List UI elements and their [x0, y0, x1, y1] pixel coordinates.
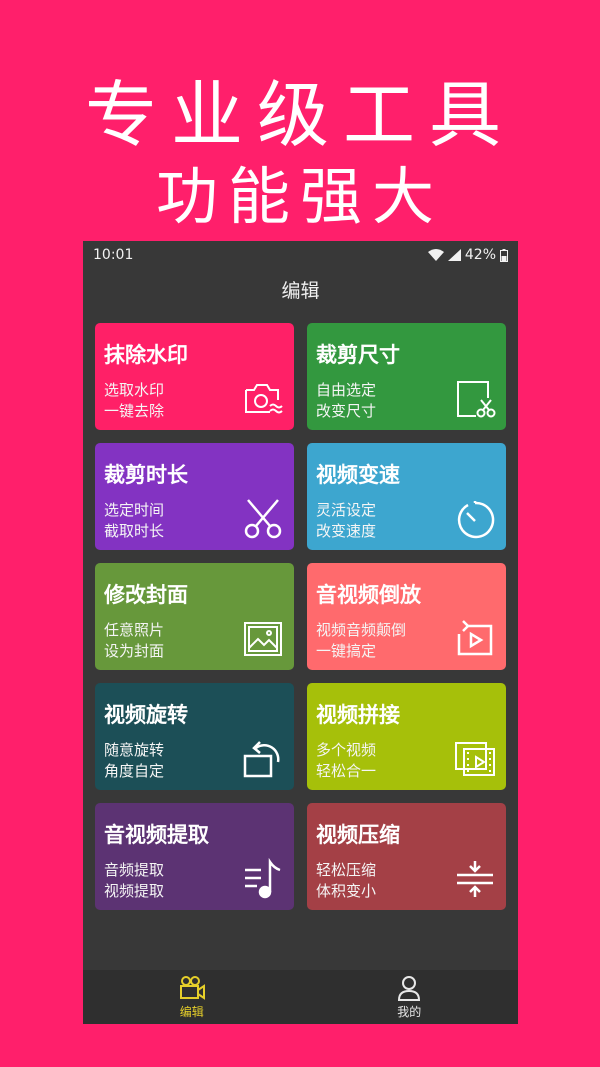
battery-icon — [500, 248, 508, 262]
tile-change-cover[interactable]: 修改封面 任意照片 设为封面 — [95, 563, 294, 670]
status-bar: 10:01 42% — [83, 241, 518, 269]
scissors-icon — [244, 499, 282, 539]
tile-subtitle: 体积变小 — [316, 882, 377, 900]
tile-video-speed[interactable]: 视频变速 灵活设定 改变速度 — [307, 443, 506, 550]
tile-crop-size[interactable]: 裁剪尺寸 自由选定 改变尺寸 — [307, 323, 506, 430]
tile-subtitle: 选取水印 — [104, 381, 165, 399]
tile-subtitle: 自由选定 — [316, 381, 377, 399]
tile-subtitle: 随意旋转 — [104, 741, 165, 759]
nav-tab-edit-label: 编辑 — [179, 1004, 204, 1019]
tile-title: 抹除水印 — [104, 343, 188, 367]
tile-title: 视频变速 — [316, 463, 400, 487]
tile-subtitle: 任意照片 — [104, 621, 165, 639]
app-bar: 编辑 — [83, 269, 518, 309]
page-title: 编辑 — [281, 279, 320, 302]
timer-icon — [457, 501, 495, 539]
compress-icon — [457, 861, 493, 897]
tile-video-compress[interactable]: 视频压缩 轻松压缩 体积变小 — [307, 803, 506, 910]
tile-subtitle: 截取时长 — [104, 522, 165, 540]
rotate-icon — [243, 741, 280, 778]
tile-subtitle: 一键去除 — [104, 402, 165, 420]
tile-title: 视频旋转 — [104, 703, 188, 727]
reverse-play-icon — [457, 620, 493, 656]
nav-tab-mine[interactable]: 我的 — [301, 970, 519, 1024]
tile-video-rotate[interactable]: 视频旋转 随意旋转 角度自定 — [95, 683, 294, 790]
crop-scissors-icon — [457, 381, 496, 418]
tile-audio-extract[interactable]: 音视频提取 音频提取 视频提取 — [95, 803, 294, 910]
tile-title: 裁剪尺寸 — [316, 343, 400, 367]
camera-wave-icon — [245, 384, 283, 414]
tile-subtitle: 灵活设定 — [316, 501, 377, 519]
tile-subtitle: 轻松压缩 — [316, 861, 377, 879]
promo-headline-line2: 功能强大 — [155, 160, 444, 233]
music-list-icon — [245, 858, 281, 899]
bottom-nav: 编辑 我的 — [83, 970, 518, 1024]
tile-subtitle: 改变速度 — [316, 522, 377, 540]
battery-percent: 42% — [464, 247, 496, 263]
tile-title: 修改封面 — [104, 583, 188, 607]
tile-subtitle: 视频提取 — [104, 882, 165, 900]
wifi-icon — [427, 249, 444, 261]
tile-subtitle: 音频提取 — [104, 861, 165, 879]
tile-subtitle: 多个视频 — [316, 741, 377, 759]
phone-screen: 10:01 42% 编辑 抹除水印 选取水印 一键去除 裁剪尺寸 自由选定 改变… — [83, 241, 518, 1024]
user-icon — [398, 975, 421, 1001]
tile-title: 视频拼接 — [316, 703, 400, 727]
tile-trim-duration[interactable]: 裁剪时长 选定时间 截取时长 — [95, 443, 294, 550]
tile-subtitle: 选定时间 — [104, 501, 165, 519]
tile-remove-watermark[interactable]: 抹除水印 选取水印 一键去除 — [95, 323, 294, 430]
tile-subtitle: 改变尺寸 — [316, 402, 377, 420]
tile-title: 音视频倒放 — [316, 583, 421, 607]
tile-title: 视频压缩 — [316, 823, 400, 847]
tile-reverse-play[interactable]: 音视频倒放 视频音频颠倒 一键搞定 — [307, 563, 506, 670]
nav-tab-mine-label: 我的 — [397, 1004, 422, 1019]
status-time: 10:01 — [93, 247, 134, 263]
tile-title: 裁剪时长 — [104, 463, 188, 487]
image-icon — [244, 622, 282, 656]
tile-video-merge[interactable]: 视频拼接 多个视频 轻松合一 — [307, 683, 506, 790]
signal-icon — [447, 249, 461, 261]
tile-subtitle: 设为封面 — [104, 642, 165, 660]
tile-title: 音视频提取 — [104, 823, 209, 847]
video-stack-icon — [455, 742, 495, 776]
tile-subtitle: 一键搞定 — [316, 642, 377, 660]
nav-tab-edit[interactable]: 编辑 — [83, 970, 301, 1024]
tile-subtitle: 轻松合一 — [316, 762, 377, 780]
tile-subtitle: 角度自定 — [104, 762, 165, 780]
video-camera-icon — [179, 975, 205, 1000]
tile-subtitle: 视频音频颠倒 — [316, 621, 407, 639]
